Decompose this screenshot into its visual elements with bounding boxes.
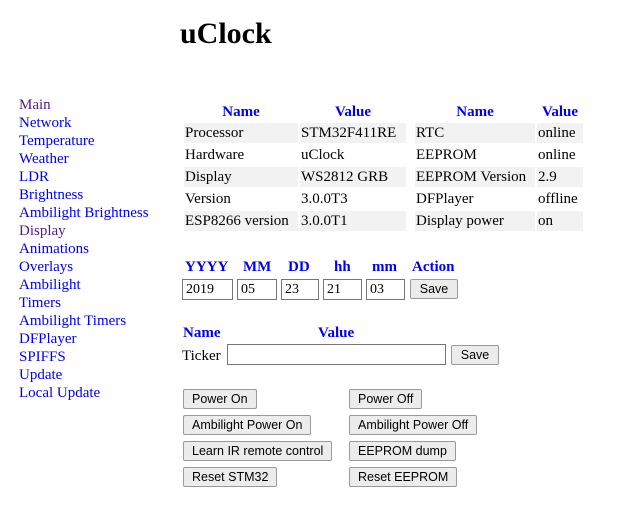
row-value: 3.0.0T3 — [301, 191, 348, 207]
column-header-name: Name — [456, 104, 494, 120]
row-value: online — [537, 123, 583, 143]
row-name: Processor — [184, 123, 298, 143]
column-header-value: Value — [334, 104, 372, 120]
nav-temperature[interactable]: Temperature — [19, 132, 149, 150]
nav-local-update[interactable]: Local Update — [19, 384, 149, 402]
table-row: EEPROM online — [415, 145, 583, 165]
device-status-table: Name Value RTC online EEPROM online EEPR… — [413, 101, 585, 233]
month-input[interactable] — [237, 279, 277, 300]
nav-display[interactable]: Display — [19, 222, 149, 240]
row-value: 3.0.0T1 — [300, 211, 406, 231]
save-datetime-button[interactable]: Save — [410, 279, 458, 299]
row-name: EEPROM — [416, 147, 477, 163]
ticker-label: Ticker — [182, 348, 221, 364]
power-on-button[interactable]: Power On — [183, 389, 257, 409]
ticker-header-name: Name — [183, 325, 221, 341]
eeprom-dump-button[interactable]: EEPROM dump — [349, 441, 456, 461]
row-value: STM32F411RE — [300, 123, 406, 143]
table-row: EEPROM Version 2.9 — [415, 167, 583, 187]
row-name: Version — [185, 191, 231, 207]
nav-weather[interactable]: Weather — [19, 150, 149, 168]
nav-brightness[interactable]: Brightness — [19, 186, 149, 204]
system-info-table: Name Value Processor STM32F411RE Hardwar… — [182, 101, 408, 233]
header-year: YYYY — [185, 259, 229, 275]
table-row: DFPlayer offline — [415, 189, 583, 209]
row-value: 2.9 — [537, 167, 583, 187]
nav-overlays[interactable]: Overlays — [19, 258, 149, 276]
ambilight-power-off-button[interactable]: Ambilight Power Off — [349, 415, 478, 435]
table-header-row: Name Value — [415, 103, 583, 121]
nav-network[interactable]: Network — [19, 114, 149, 132]
hour-input[interactable] — [323, 279, 362, 300]
nav-update[interactable]: Update — [19, 366, 149, 384]
reset-stm32-button[interactable]: Reset STM32 — [183, 467, 278, 487]
nav-spiffs[interactable]: SPIFFS — [19, 348, 149, 366]
row-value: on — [537, 211, 583, 231]
header-day: DD — [288, 259, 310, 275]
row-value: uClock — [301, 147, 345, 163]
table-row: RTC online — [415, 123, 583, 143]
learn-ir-button[interactable]: Learn IR remote control — [183, 441, 333, 461]
header-action: Action — [412, 259, 455, 275]
row-name: EEPROM Version — [415, 167, 535, 187]
nav-ambilight[interactable]: Ambilight — [19, 276, 149, 294]
minute-input[interactable] — [366, 279, 405, 300]
row-value: online — [538, 147, 576, 163]
nav-dfplayer[interactable]: DFPlayer — [19, 330, 149, 348]
header-hour: hh — [334, 259, 351, 275]
nav-animations[interactable]: Animations — [19, 240, 149, 258]
table-row: ESP8266 version 3.0.0T1 — [184, 211, 406, 231]
header-month: MM — [243, 259, 272, 275]
nav-ldr[interactable]: LDR — [19, 168, 149, 186]
table-row: Display power on — [415, 211, 583, 231]
power-off-button[interactable]: Power Off — [349, 389, 423, 409]
table-row: Hardware uClock — [184, 145, 406, 165]
row-name: Display power — [415, 211, 535, 231]
table-row: Display WS2812 GRB — [184, 167, 406, 187]
nav-timers[interactable]: Timers — [19, 294, 149, 312]
ticker-input[interactable] — [227, 344, 446, 365]
ambilight-power-on-button[interactable]: Ambilight Power On — [183, 415, 312, 435]
row-name: Hardware — [185, 147, 245, 163]
save-ticker-button[interactable]: Save — [451, 345, 499, 365]
nav-main[interactable]: Main — [19, 96, 149, 114]
reset-eeprom-button[interactable]: Reset EEPROM — [349, 467, 458, 487]
header-minute: mm — [372, 259, 397, 275]
main-nav: Main Network Temperature Weather LDR Bri… — [19, 96, 149, 402]
table-header-row: Name Value — [184, 103, 406, 121]
nav-ambilight-brightness[interactable]: Ambilight Brightness — [19, 204, 149, 222]
row-name: ESP8266 version — [184, 211, 298, 231]
page-title: uClock — [180, 17, 272, 50]
table-row: Version 3.0.0T3 — [184, 189, 406, 209]
nav-ambilight-timers[interactable]: Ambilight Timers — [19, 312, 149, 330]
ticker-header-value: Value — [318, 325, 355, 341]
row-value: WS2812 GRB — [300, 167, 406, 187]
column-header-name: Name — [222, 104, 260, 120]
day-input[interactable] — [281, 279, 319, 300]
row-name: Display — [184, 167, 298, 187]
year-input[interactable] — [182, 279, 233, 300]
table-row: Processor STM32F411RE — [184, 123, 406, 143]
column-header-value: Value — [541, 104, 579, 120]
row-name: DFPlayer — [416, 191, 474, 207]
row-value: offline — [538, 191, 578, 207]
row-name: RTC — [415, 123, 535, 143]
